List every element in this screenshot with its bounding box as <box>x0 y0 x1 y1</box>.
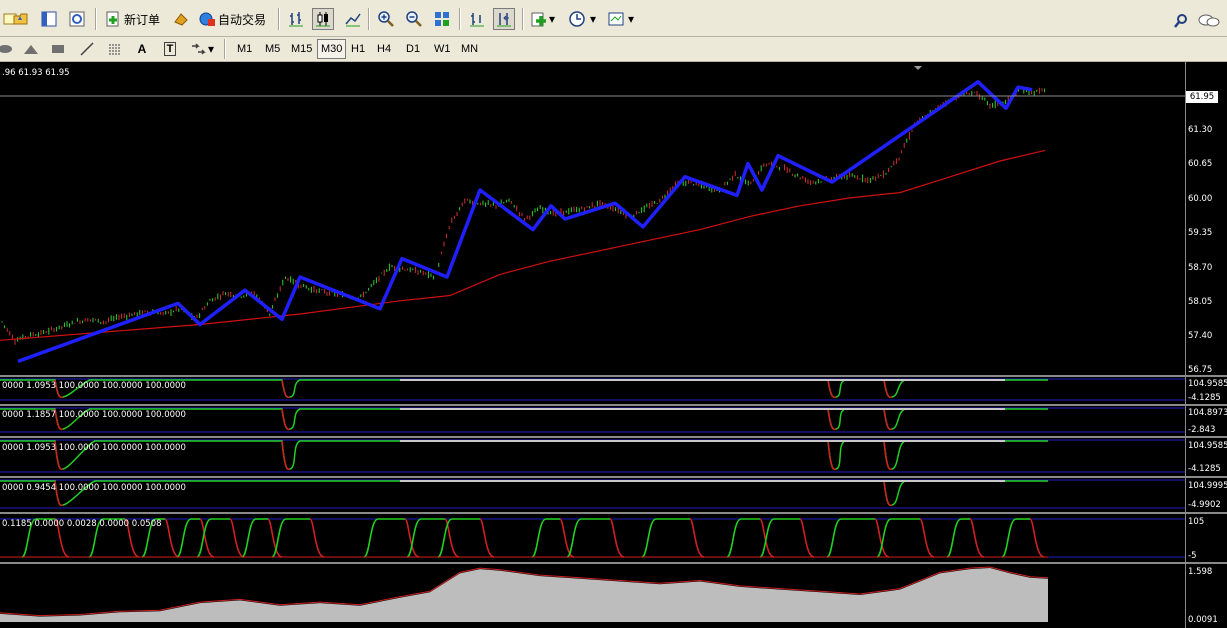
y-tick: 57.40 <box>1188 331 1213 341</box>
oscillator-rise <box>726 518 742 558</box>
oscillator-fall <box>479 518 495 558</box>
indicator-3-top: 104.9585 <box>1188 441 1227 451</box>
current-price-tag: 61.95 <box>1186 91 1218 103</box>
panel-divider[interactable] <box>0 375 1227 377</box>
indicator-1-top: 104.9585 <box>1188 379 1227 389</box>
indicator-4-top: 104.9995 <box>1188 481 1227 491</box>
oscillator-fall <box>689 518 705 558</box>
indicator-4-down <box>883 480 893 507</box>
indicator-1-bottom: -4.1285 <box>1188 393 1221 403</box>
y-tick: 58.05 <box>1188 297 1213 307</box>
panel-divider[interactable] <box>0 436 1227 438</box>
oscillator-fall <box>969 518 985 558</box>
oscillator-fall <box>309 518 325 558</box>
indicator-3-down <box>827 440 837 471</box>
indicator-3-label: 0000 1.0953 100.0000 100.0000 100.0000 <box>2 443 186 453</box>
indicator-5-label: 0.1185 0.0000 0.0028 0.0000 0.0508 <box>2 519 162 529</box>
y-tick: 60.00 <box>1188 194 1213 204</box>
indicator-6-bottom: 0.0091 <box>1188 615 1218 625</box>
indicator-3-down <box>883 440 893 471</box>
y-tick: 56.75 <box>1188 365 1213 375</box>
indicator-5-bottom: -5 <box>1188 551 1197 561</box>
indicator-6-top: 1.598 <box>1188 567 1213 577</box>
indicator-2-bottom: -2.843 <box>1188 425 1216 435</box>
y-tick: 61.30 <box>1188 125 1213 135</box>
indicator-3-down <box>281 440 291 471</box>
panel-divider[interactable] <box>0 404 1227 406</box>
indicator-4-label: 0000 0.9454 100.0000 100.0000 100.0000 <box>2 483 186 493</box>
oscillator-rise <box>176 518 192 558</box>
indicator-2-down <box>827 408 837 431</box>
chart-shift-marker <box>914 66 922 70</box>
indicator-1-down <box>883 379 893 399</box>
oscillator-fall <box>164 518 180 558</box>
indicator-5-top: 105 <box>1188 517 1205 527</box>
oscillator-rise <box>1001 518 1017 558</box>
oscillator-rise <box>241 518 257 558</box>
y-tick: 58.70 <box>1188 263 1213 273</box>
oscillator-fall <box>1029 518 1045 558</box>
oscillator-rise <box>271 518 287 558</box>
panel-divider[interactable] <box>0 512 1227 514</box>
indicator-2-down <box>281 408 291 431</box>
zigzag-line <box>17 80 1033 364</box>
y-tick: 60.65 <box>1188 159 1213 169</box>
oscillator-rise <box>363 518 379 558</box>
indicator-2-top: 104.8973 <box>1188 408 1227 418</box>
oscillator-rise <box>946 518 962 558</box>
oscillator-rise <box>826 518 842 558</box>
panel-divider[interactable] <box>0 562 1227 564</box>
oscillator-fall <box>799 518 815 558</box>
oscillator-fall <box>559 518 575 558</box>
oscillator-fall <box>609 518 625 558</box>
ohlc-label: .96 61.93 61.95 <box>2 68 70 78</box>
indicator-2-label: 0000 1.1857 100.0000 100.0000 100.0000 <box>2 410 186 420</box>
indicator-1-down <box>281 379 291 399</box>
volatility-area <box>0 568 1048 622</box>
indicator-1-label: 0000 1.0953 100.0000 100.0000 100.0000 <box>2 381 186 391</box>
candles <box>1 86 1046 345</box>
indicator-1-down <box>827 379 837 399</box>
oscillator-rise <box>531 518 547 558</box>
oscillator-fall <box>229 518 245 558</box>
oscillator-fall <box>919 518 935 558</box>
panel-divider[interactable] <box>0 476 1227 478</box>
y-tick: 59.35 <box>1188 228 1213 238</box>
oscillator-rise <box>641 518 657 558</box>
indicator-3-bottom: -4.1285 <box>1188 464 1221 474</box>
chart-canvas <box>0 66 1185 622</box>
indicator-2-down <box>883 408 893 431</box>
indicator-4-bottom: -4.9902 <box>1188 500 1221 510</box>
